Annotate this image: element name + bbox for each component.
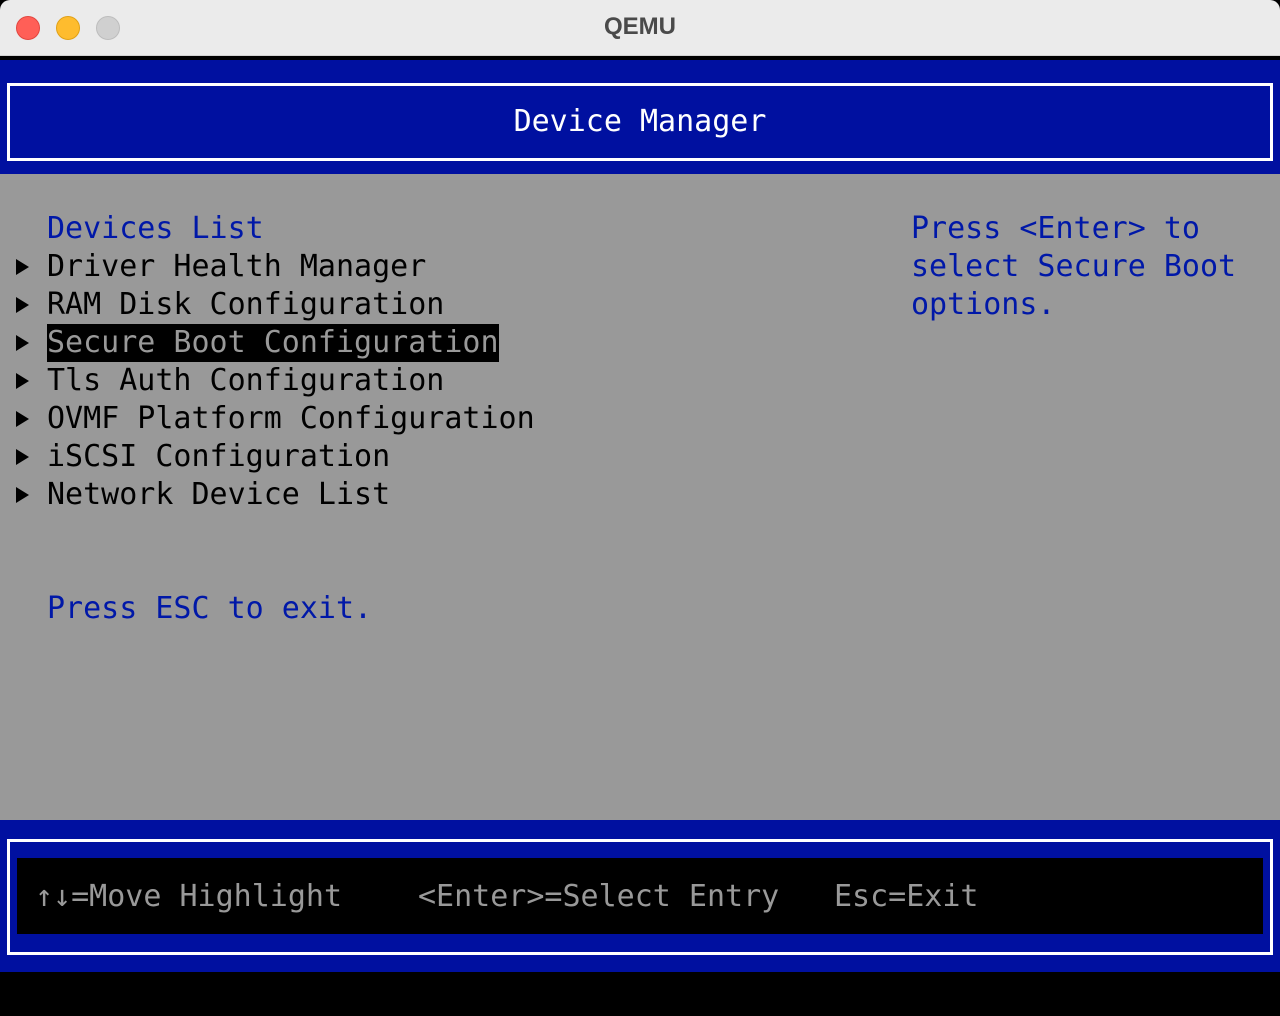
help-line: options. [911, 287, 1056, 322]
press-esc-hint: Press ESC to exit. [47, 591, 373, 626]
devices-list-heading: Devices List [47, 211, 264, 246]
page-title: Device Manager [513, 104, 767, 139]
menu-item-label: iSCSI Configuration [47, 439, 391, 474]
select-entry-hint: <Enter>=Select Entry [418, 879, 780, 914]
menu-item-label: Secure Boot Configuration [47, 324, 499, 362]
help-panel: Press <Enter> to select Secure Boot opti… [911, 210, 1271, 324]
menu-item-iscsi-configuration[interactable]: iSCSI Configuration [0, 438, 700, 476]
window-title: QEMU [604, 13, 676, 40]
menu-item-label: OVMF Platform Configuration [47, 401, 535, 436]
menu-item-label: Network Device List [47, 477, 391, 512]
menu-item-secure-boot-configuration[interactable]: Secure Boot Configuration [0, 324, 700, 362]
menu-item-network-device-list[interactable]: Network Device List [0, 476, 700, 514]
bios-screen: Device Manager Devices List Driver Healt… [0, 56, 1280, 1016]
header-box: Device Manager [7, 83, 1273, 161]
right-triangle-icon [16, 259, 29, 275]
help-line: Press <Enter> to [911, 211, 1200, 246]
main-panel: Devices List Driver Health Manager RAM D… [0, 174, 1280, 820]
title-bar: QEMU [0, 0, 1280, 56]
right-triangle-icon [16, 487, 29, 503]
menu-item-ovmf-platform-configuration[interactable]: OVMF Platform Configuration [0, 400, 700, 438]
help-line: select Secure Boot [911, 249, 1237, 284]
footer-box: ↑↓=Move Highlight <Enter>=Select Entry E… [7, 839, 1273, 955]
menu-item-ram-disk-configuration[interactable]: RAM Disk Configuration [0, 286, 700, 324]
menu-item-driver-health-manager[interactable]: Driver Health Manager [0, 248, 700, 286]
header-band: Device Manager [0, 60, 1280, 174]
esc-exit-hint: Esc=Exit [834, 879, 979, 914]
right-triangle-icon [16, 449, 29, 465]
right-triangle-icon [16, 335, 29, 351]
qemu-window: QEMU Device Manager Devices List Driver … [0, 0, 1280, 1016]
right-triangle-icon [16, 373, 29, 389]
move-highlight-hint: ↑↓=Move Highlight [35, 879, 343, 914]
menu-item-label: Tls Auth Configuration [47, 363, 445, 398]
right-triangle-icon [16, 411, 29, 427]
device-menu-list: Driver Health Manager RAM Disk Configura… [0, 248, 700, 514]
menu-item-tls-auth-configuration[interactable]: Tls Auth Configuration [0, 362, 700, 400]
footer-band: ↑↓=Move Highlight <Enter>=Select Entry E… [0, 820, 1280, 972]
right-triangle-icon [16, 297, 29, 313]
menu-item-label: Driver Health Manager [47, 249, 427, 284]
menu-item-label: RAM Disk Configuration [47, 287, 445, 322]
